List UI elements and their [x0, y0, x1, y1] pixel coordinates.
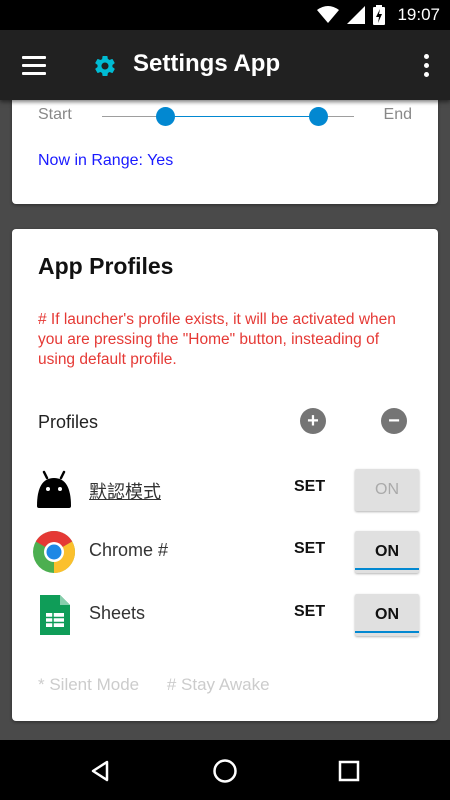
- add-profile-button[interactable]: +: [300, 408, 326, 434]
- profile-toggle[interactable]: ON: [355, 469, 419, 511]
- silent-mode-tag: * Silent Mode: [38, 675, 140, 694]
- launcher-note: # If launcher's profile exists, it will …: [38, 311, 396, 368]
- profile-toggle[interactable]: ON: [355, 531, 419, 573]
- app-bar: Settings App: [0, 30, 450, 100]
- set-button[interactable]: SET: [294, 540, 325, 558]
- gear-icon: [95, 56, 115, 77]
- profile-row[interactable]: Sheets SET ON: [12, 590, 438, 640]
- card-title: App Profiles: [38, 253, 174, 279]
- overflow-menu-icon[interactable]: [416, 48, 436, 82]
- home-icon[interactable]: [208, 754, 242, 788]
- range-end-label: End: [383, 106, 412, 123]
- battery-charging-icon: [373, 5, 386, 25]
- stay-awake-tag: # Stay Awake: [166, 675, 270, 694]
- set-button[interactable]: SET: [294, 603, 325, 621]
- android-icon: [37, 470, 71, 508]
- profile-name: Chrome #: [89, 540, 169, 560]
- signal-icon: [347, 6, 366, 24]
- range-slider-fill: [165, 116, 319, 117]
- wifi-icon: [317, 6, 340, 23]
- chrome-icon: [33, 530, 76, 573]
- menu-icon[interactable]: [14, 46, 54, 84]
- app-title: Settings App: [133, 50, 281, 77]
- range-slider-start-thumb[interactable]: [155, 107, 175, 126]
- navigation-bar: [0, 740, 450, 800]
- app-profiles-card: App Profiles # If launcher's profile exi…: [12, 229, 438, 721]
- range-slider-end-thumb[interactable]: [309, 107, 329, 126]
- sheets-icon: [40, 595, 70, 635]
- status-icons: 19:07: [317, 4, 440, 26]
- profile-row[interactable]: Chrome # SET ON: [12, 527, 438, 577]
- profile-name: 默認模式: [89, 482, 161, 502]
- range-status-text: Now in Range: Yes: [38, 152, 174, 169]
- back-icon[interactable]: [83, 754, 117, 788]
- recents-icon[interactable]: [332, 754, 366, 788]
- remove-profile-button[interactable]: −: [381, 408, 407, 434]
- status-bar: 19:07: [0, 0, 450, 30]
- range-card: Start End Now in Range: Yes: [12, 92, 438, 204]
- profiles-label: Profiles: [38, 412, 99, 432]
- profile-row[interactable]: 默認模式 SET ON: [12, 465, 438, 515]
- status-time: 19:07: [397, 5, 440, 24]
- profile-toggle[interactable]: ON: [355, 594, 419, 636]
- profile-name: Sheets: [89, 603, 146, 623]
- footer-tags: * Silent Mode # Stay Awake: [38, 675, 293, 695]
- range-start-label: Start: [38, 106, 72, 123]
- set-button[interactable]: SET: [294, 478, 325, 496]
